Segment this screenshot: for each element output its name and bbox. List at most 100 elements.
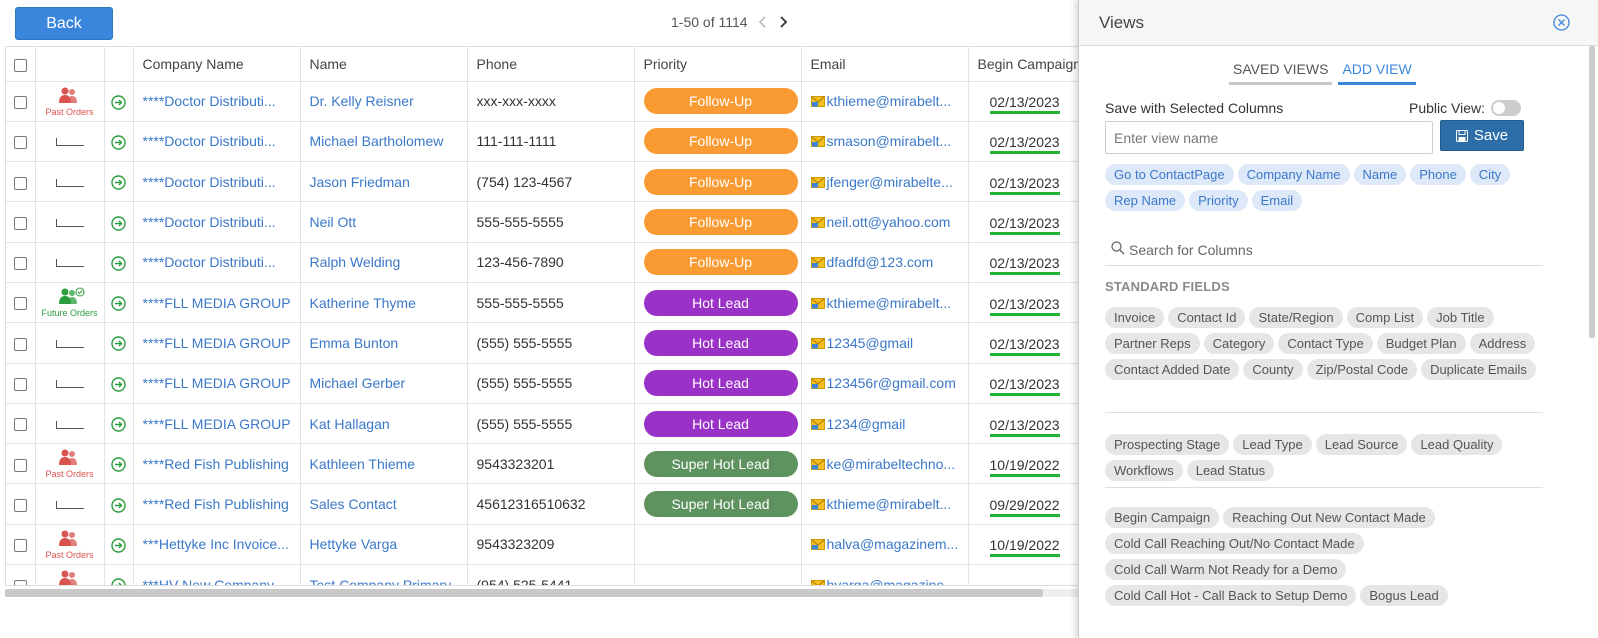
go-to-contact-icon[interactable] [111, 497, 126, 513]
table-row[interactable]: ****Red Fish Publishing Sales Contact 45… [6, 483, 1099, 525]
priority-badge[interactable]: Follow-Up [643, 88, 798, 115]
campaign-field-chip[interactable]: Cold Call Hot - Call Back to Setup Demo [1105, 585, 1357, 606]
company-name-cell[interactable]: ****Doctor Distributi... [133, 161, 301, 203]
table-row[interactable]: Past Orders ****Red Fish Publishing Kath… [6, 443, 1099, 485]
column-header-priority[interactable]: Priority [634, 47, 802, 82]
select-all-checkbox[interactable] [13, 58, 27, 72]
row-checkbox[interactable] [13, 257, 27, 271]
go-to-contact-icon[interactable] [111, 336, 126, 352]
company-name-cell[interactable]: ****Doctor Distributi... [133, 81, 301, 122]
row-checkbox[interactable] [13, 378, 27, 392]
company-name-cell[interactable]: ****FLL MEDIA GROUP [133, 322, 301, 364]
campaign-field-chip[interactable]: Begin Campaign [1105, 507, 1220, 528]
go-to-contact-icon[interactable] [111, 377, 126, 392]
row-checkbox[interactable] [13, 539, 27, 553]
table-row[interactable]: ****FLL MEDIA GROUP Emma Bunton (555) 55… [6, 322, 1099, 364]
contact-name-cell[interactable]: Hettyke Varga [300, 524, 468, 566]
go-to-contact-icon[interactable] [111, 538, 126, 553]
row-checkbox[interactable] [13, 498, 27, 512]
lead-field-chip[interactable]: Lead Status [1186, 460, 1275, 481]
campaign-field-chip[interactable]: Cold Call Reaching Out/No Contact Made [1105, 533, 1364, 554]
standard-field-chip[interactable]: Category [1203, 333, 1275, 354]
standard-field-chip[interactable]: Duplicate Emails [1421, 359, 1536, 380]
company-name-cell[interactable]: ****Doctor Distributi... [133, 201, 301, 243]
lead-field-chip[interactable]: Lead Source [1315, 434, 1408, 455]
selected-column-chip[interactable]: Email [1251, 190, 1303, 211]
standard-field-chip[interactable]: Job Title [1427, 307, 1494, 328]
email-link[interactable]: ke@mirabeltechno... [827, 456, 956, 472]
lead-field-chip[interactable]: Lead Quality [1411, 434, 1503, 455]
company-name-cell[interactable]: ****FLL MEDIA GROUP [133, 363, 301, 404]
priority-badge[interactable]: Super Hot Lead [643, 491, 798, 518]
table-row[interactable]: ****FLL MEDIA GROUP Kat Hallagan (555) 5… [6, 403, 1099, 445]
row-checkbox[interactable] [13, 579, 27, 585]
company-name-cell[interactable]: ***HV New Company... [133, 564, 301, 585]
campaign-date[interactable]: 02/13/2023 [989, 290, 1060, 316]
go-to-contact-icon[interactable] [111, 94, 126, 110]
contact-name-cell[interactable]: Kathleen Thieme [300, 443, 468, 485]
next-page-icon[interactable] [778, 15, 788, 29]
column-header-phone[interactable]: Phone [467, 47, 635, 82]
table-row[interactable]: ****Doctor Distributi... Ralph Welding 1… [6, 242, 1099, 283]
tab-saved-views[interactable]: SAVED VIEWS [1229, 60, 1333, 85]
lead-field-chip[interactable]: Prospecting Stage [1105, 434, 1230, 455]
contact-name-cell[interactable]: Neil Ott [300, 201, 468, 243]
column-header-email[interactable]: Email [801, 47, 969, 82]
selected-column-chip[interactable]: City [1469, 164, 1511, 185]
row-checkbox[interactable] [13, 176, 27, 190]
standard-field-chip[interactable]: Contact Added Date [1105, 359, 1240, 380]
table-row[interactable]: ****Doctor Distributi... Jason Friedman … [6, 161, 1099, 203]
company-name-cell[interactable]: ***Hettyke Inc Invoice... [133, 524, 301, 566]
standard-field-chip[interactable]: Address [1469, 333, 1536, 354]
email-link[interactable]: 123456r@gmail.com [827, 375, 956, 391]
row-checkbox[interactable] [13, 95, 27, 109]
campaign-date[interactable]: 09/29/2022 [989, 491, 1060, 518]
go-to-contact-icon[interactable] [111, 296, 126, 311]
selected-column-chip[interactable]: Rep Name [1105, 190, 1186, 211]
selected-column-chip[interactable]: Phone [1410, 164, 1466, 185]
row-checkbox[interactable] [13, 418, 27, 432]
company-name-cell[interactable]: ****FLL MEDIA GROUP [133, 282, 301, 324]
contact-name-cell[interactable]: Kat Hallagan [300, 403, 468, 445]
contact-name-cell[interactable]: Michael Gerber [300, 363, 468, 404]
standard-field-chip[interactable]: Budget Plan [1376, 333, 1466, 354]
go-to-contact-icon[interactable] [111, 417, 126, 432]
selected-column-chip[interactable]: Priority [1189, 190, 1248, 211]
standard-field-chip[interactable]: Comp List [1346, 307, 1424, 328]
horizontal-scrollbar[interactable] [5, 589, 1043, 597]
email-link[interactable]: 1234@gmail [827, 416, 906, 432]
campaign-date[interactable]: 02/13/2023 [989, 370, 1060, 397]
email-link[interactable]: kthieme@mirabelt... [827, 295, 952, 311]
row-checkbox[interactable] [13, 216, 27, 230]
tab-add-view[interactable]: ADD VIEW [1338, 60, 1416, 85]
contact-name-cell[interactable]: Test Company Primary [300, 564, 468, 585]
email-link[interactable]: halva@magazinem... [827, 536, 959, 552]
standard-field-chip[interactable]: Invoice [1105, 307, 1165, 328]
contact-name-cell[interactable]: Ralph Welding [300, 242, 468, 283]
standard-field-chip[interactable]: Contact Type [1278, 333, 1373, 354]
go-to-contact-icon[interactable] [111, 578, 126, 586]
table-row[interactable]: ****Doctor Distributi... Michael Barthol… [6, 121, 1099, 163]
priority-badge[interactable]: Follow-Up [643, 128, 798, 155]
lead-field-chip[interactable]: Lead Type [1233, 434, 1312, 455]
company-name-cell[interactable]: ****Red Fish Publishing [133, 483, 301, 525]
row-checkbox[interactable] [13, 136, 27, 150]
contact-name-cell[interactable]: Sales Contact [300, 483, 468, 525]
go-to-contact-icon[interactable] [111, 457, 126, 473]
campaign-field-chip[interactable]: Reaching Out New Contact Made [1223, 507, 1435, 528]
campaign-field-chip[interactable]: Cold Call Warm Not Ready for a Demo [1105, 559, 1347, 580]
lead-field-chip[interactable]: Workflows [1105, 460, 1183, 481]
row-checkbox[interactable] [13, 458, 27, 472]
public-view-toggle[interactable] [1491, 100, 1521, 116]
campaign-date[interactable]: 02/13/2023 [989, 411, 1060, 437]
campaign-date[interactable]: 02/13/2023 [989, 128, 1060, 155]
column-header-name[interactable]: Name [300, 47, 468, 82]
go-to-contact-icon[interactable] [111, 135, 126, 150]
priority-badge[interactable]: Hot Lead [643, 410, 798, 437]
standard-field-chip[interactable]: Contact Id [1168, 307, 1246, 328]
table-row[interactable]: Future Orders ****FLL MEDIA GROUP Kather… [6, 282, 1099, 324]
standard-field-chip[interactable]: County [1243, 359, 1303, 380]
go-to-contact-icon[interactable] [111, 256, 126, 271]
email-link[interactable]: kthieme@mirabelt... [827, 496, 952, 512]
row-checkbox[interactable] [13, 337, 27, 351]
